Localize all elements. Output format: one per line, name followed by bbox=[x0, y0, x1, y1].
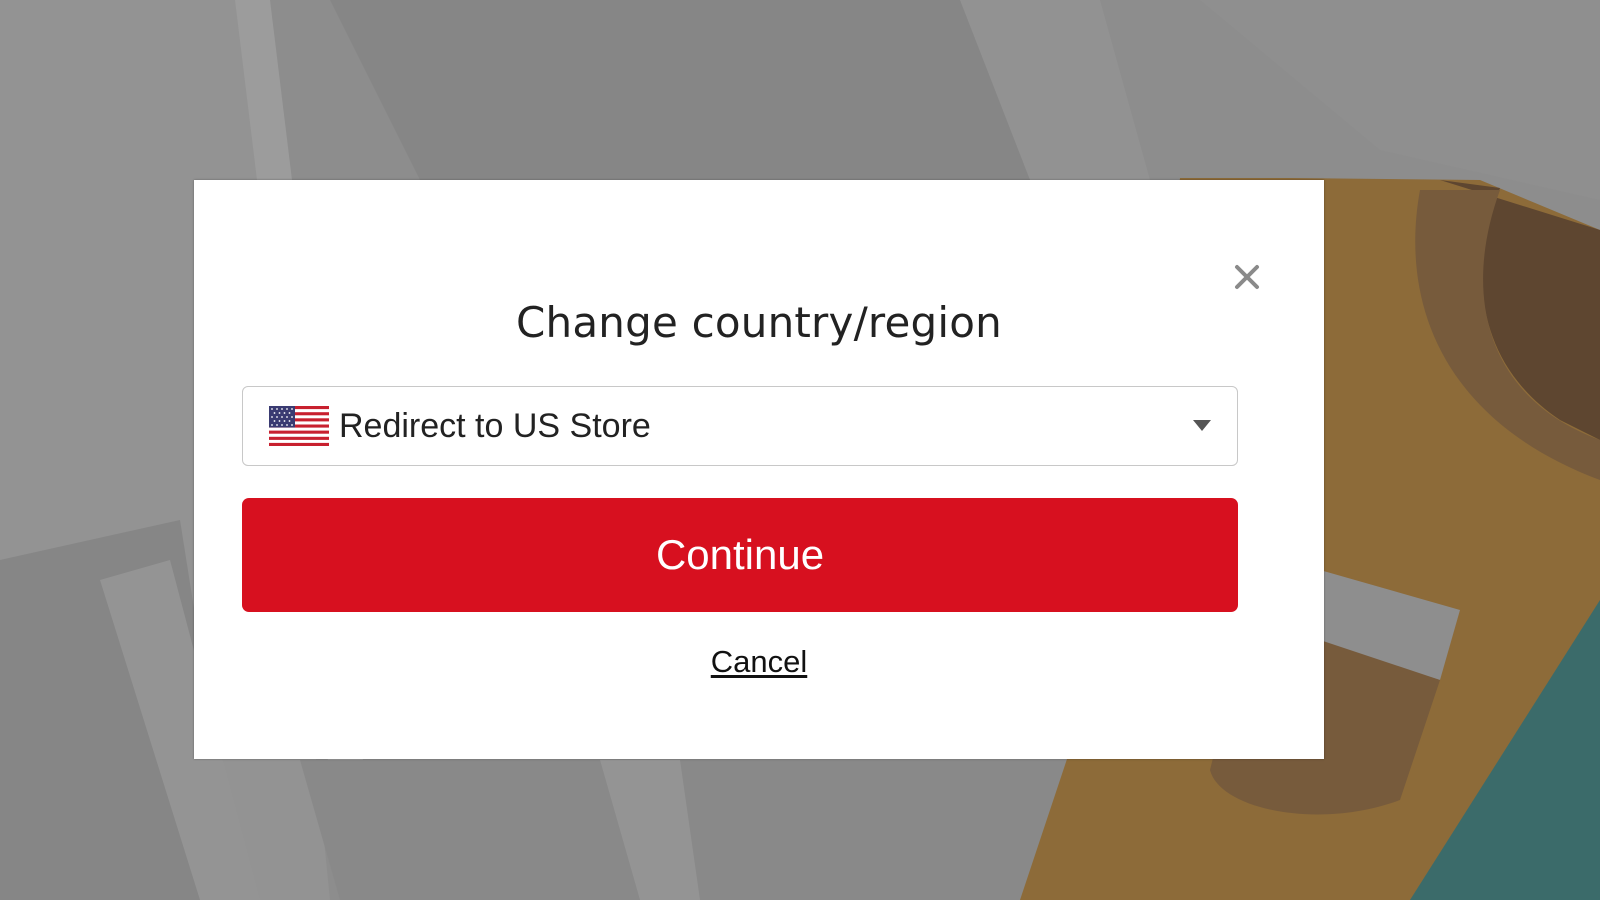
cancel-link[interactable]: Cancel bbox=[711, 644, 808, 679]
close-icon bbox=[1235, 265, 1259, 289]
country-select[interactable]: Redirect to US Store bbox=[242, 386, 1238, 466]
change-country-dialog: Change country/region Redirect to US Sto… bbox=[194, 180, 1324, 759]
continue-button[interactable]: Continue bbox=[242, 498, 1238, 612]
close-button[interactable] bbox=[1230, 260, 1264, 294]
country-select-value: Redirect to US Store bbox=[339, 406, 651, 445]
dialog-title: Change country/region bbox=[516, 298, 1002, 347]
page-backdrop: Change country/region Redirect to US Sto… bbox=[0, 0, 1600, 900]
us-flag-icon bbox=[269, 406, 329, 446]
chevron-down-icon bbox=[1193, 420, 1211, 431]
cancel-row: Cancel bbox=[194, 644, 1324, 680]
